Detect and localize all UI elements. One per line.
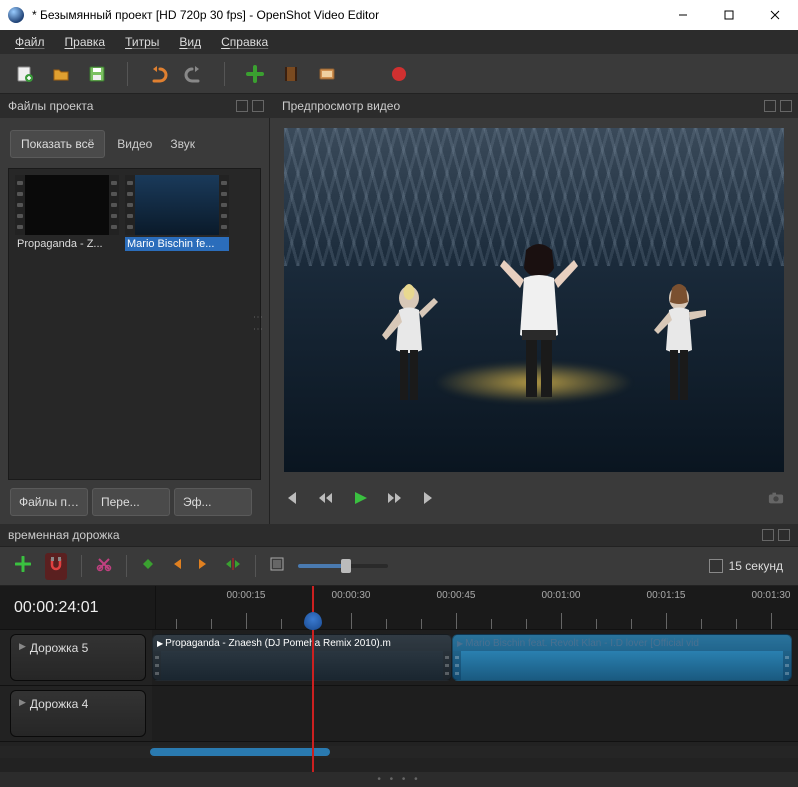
horizontal-scrollbar[interactable]	[0, 746, 798, 758]
tab-project-files[interactable]: Файлы пр...	[10, 488, 88, 516]
project-files-panel: Показать всё Видео Звук Propaganda - Z..…	[0, 118, 270, 524]
panels-header: Файлы проекта Предпросмотр видео	[0, 94, 798, 118]
export-icon[interactable]	[389, 64, 409, 84]
ruler-tick-label: 00:00:30	[332, 590, 371, 601]
timeline-clip[interactable]: ▶Mario Bischin feat. Revolt Klan - I.D l…	[452, 634, 792, 681]
import-files-icon[interactable]	[245, 64, 265, 84]
timeline-ruler[interactable]: 00:00:15 00:00:30 00:00:45 00:01:00 00:0…	[156, 586, 798, 629]
jump-start-icon[interactable]	[284, 490, 300, 511]
track-header[interactable]: ▶ Дорожка 5	[10, 634, 146, 681]
preview-panel	[270, 118, 798, 524]
chevron-right-icon: ▶	[457, 639, 463, 648]
file-thumb-label: Propaganda - Z...	[15, 237, 119, 251]
rewind-icon[interactable]	[318, 490, 334, 511]
menu-titles[interactable]: Титры	[115, 32, 169, 52]
panel-close-icon[interactable]	[778, 529, 790, 541]
next-marker-icon[interactable]	[197, 557, 211, 576]
add-marker-icon[interactable]	[141, 557, 155, 576]
tab-transitions[interactable]: Пере...	[92, 488, 170, 516]
playhead[interactable]	[312, 586, 314, 772]
track-row: ▶Дорожка 5 ▶Propaganda - Znaesh (DJ Pome…	[0, 630, 798, 686]
timeline-header: временная дорожка	[0, 524, 798, 546]
timeline-toolbar: 15 секунд	[0, 546, 798, 586]
snapshot-icon[interactable]	[768, 490, 784, 511]
timeline-title: временная дорожка	[8, 528, 120, 542]
video-preview[interactable]	[284, 128, 784, 472]
filter-audio-button[interactable]: Звук	[164, 131, 201, 157]
center-playhead-icon[interactable]	[225, 557, 241, 576]
ruler-tick-label: 00:01:00	[542, 590, 581, 601]
undo-icon[interactable]	[148, 64, 168, 84]
film-icon[interactable]	[281, 64, 301, 84]
prev-marker-icon[interactable]	[169, 557, 183, 576]
chevron-right-icon: ▶	[157, 639, 163, 648]
menu-help[interactable]: Справка	[211, 32, 278, 52]
close-button[interactable]	[752, 0, 798, 30]
track-lane[interactable]: ▶Propaganda - Znaesh (DJ Pomeha Remix 20…	[152, 630, 798, 685]
transport-controls	[284, 480, 784, 520]
ruler-tick-label: 00:01:30	[752, 590, 791, 601]
menu-view[interactable]: Вид	[169, 32, 211, 52]
ruler-tick-label: 00:00:45	[437, 590, 476, 601]
timeline-clip[interactable]: ▶Propaganda - Znaesh (DJ Pomeha Remix 20…	[152, 634, 452, 681]
filter-video-button[interactable]: Видео	[111, 131, 158, 157]
panel-float-icon[interactable]	[236, 100, 248, 112]
add-track-icon[interactable]	[15, 556, 31, 577]
redo-icon[interactable]	[184, 64, 204, 84]
zoom-value: 15 секунд	[729, 559, 783, 573]
track-name: Дорожка 5	[30, 641, 88, 655]
minimize-button[interactable]	[660, 0, 706, 30]
track-name: Дорожка 4	[30, 697, 88, 711]
play-icon[interactable]	[352, 490, 368, 511]
zoom-preset-icon[interactable]	[270, 557, 284, 576]
panel-float-icon[interactable]	[762, 529, 774, 541]
file-thumb-label: Mario Bischin fe...	[125, 237, 229, 251]
chevron-right-icon: ▶	[19, 641, 26, 652]
resize-handle[interactable]: • • • •	[0, 772, 798, 787]
maximize-button[interactable]	[706, 0, 752, 30]
chevron-right-icon: ▶	[19, 697, 26, 708]
menu-file[interactable]: Файл	[5, 32, 55, 52]
razor-icon[interactable]	[96, 556, 112, 577]
file-thumbnails[interactable]: Propaganda - Z... Mario Bischin fe... ⋮⋮	[8, 168, 261, 480]
window-title: * Безымянный проект [HD 720p 30 fps] - O…	[32, 8, 379, 22]
app-icon	[8, 7, 24, 23]
preview-title: Предпросмотр видео	[282, 99, 400, 113]
fast-forward-icon[interactable]	[386, 490, 402, 511]
resize-handle[interactable]: ⋮⋮	[252, 312, 263, 336]
track-row: ▶ Дорожка 4	[0, 686, 798, 742]
open-project-icon[interactable]	[51, 64, 71, 84]
menu-edit[interactable]: Правка	[55, 32, 116, 52]
panel-close-icon[interactable]	[780, 100, 792, 112]
timecode-display[interactable]: 00:00:24:01	[0, 586, 156, 629]
show-all-button[interactable]: Показать всё	[10, 130, 105, 158]
snap-icon[interactable]	[45, 553, 67, 580]
panel-float-icon[interactable]	[764, 100, 776, 112]
save-project-icon[interactable]	[87, 64, 107, 84]
profile-icon[interactable]	[317, 64, 337, 84]
new-project-icon[interactable]	[15, 64, 35, 84]
timeline-body: 00:00:24:01 00:00:15 00:00:30 00:00:45 0…	[0, 586, 798, 772]
ruler-tick-label: 00:00:15	[227, 590, 266, 601]
clip-title: Propaganda - Znaesh (DJ Pomeha Remix 201…	[165, 638, 391, 649]
track-lane[interactable]	[152, 686, 798, 741]
clip-title: Mario Bischin feat. Revolt Klan - I.D lo…	[465, 638, 699, 649]
zoom-icon[interactable]	[709, 559, 723, 573]
tab-effects[interactable]: Эф...	[174, 488, 252, 516]
panel-close-icon[interactable]	[252, 100, 264, 112]
jump-end-icon[interactable]	[420, 490, 436, 511]
file-thumb[interactable]: Propaganda - Z...	[15, 175, 119, 473]
project-files-title: Файлы проекта	[8, 99, 93, 113]
main-toolbar	[0, 54, 798, 94]
track-header[interactable]: ▶ Дорожка 4	[10, 690, 146, 737]
zoom-slider[interactable]	[298, 564, 388, 568]
ruler-tick-label: 00:01:15	[647, 590, 686, 601]
file-thumb[interactable]: Mario Bischin fe...	[125, 175, 229, 473]
titlebar: * Безымянный проект [HD 720p 30 fps] - O…	[0, 0, 798, 30]
menubar: Файл Правка Титры Вид Справка	[0, 30, 798, 54]
